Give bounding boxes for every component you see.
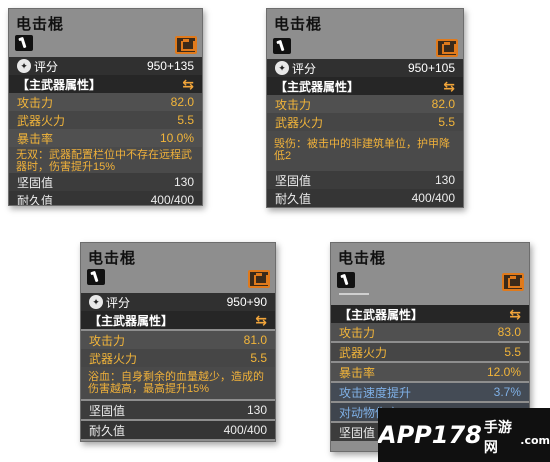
rating-icon: ✦	[17, 59, 31, 73]
slot-icon	[436, 39, 458, 57]
slot-icon	[248, 270, 270, 288]
watermark-domain: .com	[520, 433, 550, 447]
rating-value: 950+90	[226, 295, 267, 309]
site-watermark: APP178 手游网 .com	[378, 408, 550, 462]
section-header: 【主武器属性】 ⇆	[331, 305, 529, 323]
stat-row: 武器火力 5.5	[267, 113, 463, 131]
durability-row: 坚固值 130	[9, 173, 202, 191]
watermark-cn: 手游网	[483, 420, 512, 456]
item-title: 电击棍	[274, 16, 323, 33]
stat-row: 武器火力 5.5	[331, 343, 529, 361]
stat-row: 武器火力 5.5	[81, 349, 275, 367]
special-effect-note: 浴血：自身剩余的血量越少，造成的伤害越高，最高提升15%	[81, 367, 275, 399]
swap-icon[interactable]: ⇆	[443, 79, 455, 93]
watermark-main: APP178	[378, 421, 482, 449]
item-card-1: 电击棍 ✦ 评分 950+135 【主武器属性】 ⇆ 攻击力 82.0 武器火力 5.…	[8, 8, 203, 206]
slot-icon	[502, 273, 524, 291]
rating-row: ✦ 评分 950+90	[81, 293, 275, 311]
item-title: 电击棍	[338, 250, 387, 267]
baton-type-icon	[15, 35, 33, 51]
swap-icon[interactable]: ⇆	[509, 307, 521, 321]
stat-row: 攻击力 83.0	[331, 323, 529, 341]
durability-row: 耐久值 400/400	[9, 191, 202, 205]
baton-type-icon	[337, 272, 355, 288]
cut-off-rating-row	[339, 291, 369, 297]
rating-value: 950+135	[146, 59, 194, 73]
stat-row: 暴击率 10.0%	[9, 129, 202, 147]
durability-row: 耐久值 400/400	[267, 189, 463, 207]
baton-type-icon	[87, 269, 105, 285]
swap-icon[interactable]: ⇆	[182, 77, 194, 91]
item-card-2: 电击棍 ✦ 评分 950+105 【主武器属性】 ⇆ 攻击力 82.0 武器火力 5.…	[266, 8, 464, 208]
rating-row: ✦ 评分 950+135	[9, 57, 202, 75]
stat-row: 暴击率 12.0%	[331, 363, 529, 381]
item-title: 电击棍	[88, 250, 137, 267]
durability-row: 坚固值 130	[267, 171, 463, 189]
stat-row: 攻击力 82.0	[267, 95, 463, 113]
rating-value: 950+105	[407, 61, 455, 75]
item-card-3: 电击棍 ✦ 评分 950+90 【主武器属性】 ⇆ 攻击力 81.0 武器火力 5.5…	[80, 242, 276, 442]
rating-icon: ✦	[89, 295, 103, 309]
item-title: 电击棍	[16, 16, 65, 33]
durability-row: 耐久值 400/400	[81, 421, 275, 439]
swap-icon[interactable]: ⇆	[255, 313, 267, 327]
special-effect-note: 无双：武器配置栏位中不存在远程武器时，伤害提升15%	[9, 147, 202, 173]
stat-row: 攻击力 82.0	[9, 93, 202, 111]
slot-icon	[175, 36, 197, 54]
durability-row: 坚固值 130	[81, 401, 275, 419]
section-header: 【主武器属性】 ⇆	[267, 77, 463, 95]
rating-icon: ✦	[275, 61, 289, 75]
extra-stat-row: 攻击速度提升 3.7%	[331, 383, 529, 401]
stat-row: 攻击力 81.0	[81, 331, 275, 349]
rating-row: ✦ 评分 950+105	[267, 59, 463, 77]
baton-type-icon	[273, 38, 291, 54]
section-header: 【主武器属性】 ⇆	[9, 75, 202, 93]
section-header: 【主武器属性】 ⇆	[81, 311, 275, 329]
special-effect-note: 毁伤：被击中的非建筑单位，护甲降低2	[267, 131, 463, 171]
stat-row: 武器火力 5.5	[9, 111, 202, 129]
